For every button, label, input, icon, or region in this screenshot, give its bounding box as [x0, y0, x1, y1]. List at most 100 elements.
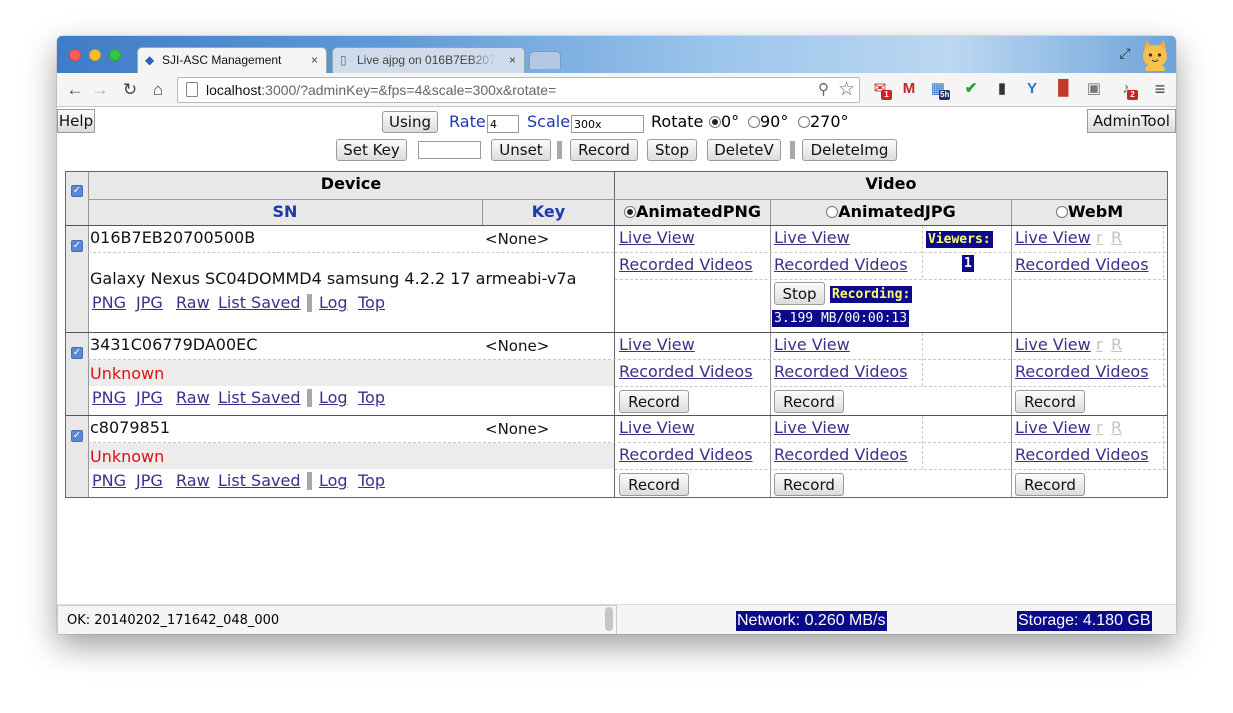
status-scrollbar[interactable] — [605, 607, 613, 631]
device-3-r-link[interactable]: r — [1096, 418, 1103, 438]
device-1-webm-live-view[interactable]: Live View — [1015, 228, 1091, 248]
device-1-checkbox[interactable]: ✓ — [71, 233, 83, 252]
minimize-window-button[interactable] — [89, 49, 101, 61]
device-3-webm-live-view[interactable]: Live View — [1015, 418, 1091, 438]
gmail-notifier-icon[interactable]: ✉ 1 — [871, 80, 892, 100]
device-1-png-link[interactable]: PNG — [92, 293, 126, 313]
address-bar[interactable]: localhost:3000/?adminKey=&fps=4&scale=30… — [177, 77, 860, 103]
device-3-jpg-recorded-videos[interactable]: Recorded Videos — [774, 445, 908, 465]
device-2-webm-live-view[interactable]: Live View — [1015, 335, 1091, 355]
set-key-button[interactable]: Set Key — [336, 139, 407, 161]
device-3-list-saved-link[interactable]: List Saved — [218, 471, 300, 491]
device-2-list-saved-link[interactable]: List Saved — [218, 388, 300, 408]
device-3-webm-record-button[interactable]: Record — [1015, 473, 1085, 496]
device-1-list-saved-link[interactable]: List Saved — [218, 293, 300, 313]
device-2-png-link[interactable]: PNG — [92, 388, 126, 408]
gmail-icon[interactable]: M — [900, 80, 918, 98]
radio-checked-icon[interactable] — [709, 116, 721, 128]
phone-send-icon[interactable]: ▮ — [993, 80, 1011, 98]
url-text[interactable]: localhost:3000/?adminKey=&fps=4&scale=30… — [206, 82, 556, 98]
device-2-jpg-record-button[interactable]: Record — [774, 390, 844, 413]
forward-arrow-icon[interactable]: → — [89, 79, 111, 101]
zoom-window-button[interactable] — [109, 49, 121, 61]
checkbox-checked-icon[interactable]: ✓ — [71, 185, 83, 197]
admintool-button[interactable]: AdminTool — [1087, 109, 1176, 133]
device-3-png-recorded-videos[interactable]: Recorded Videos — [619, 445, 753, 465]
device-2-R-link[interactable]: R — [1111, 335, 1122, 355]
unset-button[interactable]: Unset — [491, 139, 551, 161]
y-extension-icon[interactable]: Y — [1023, 80, 1041, 98]
device-1-jpg-live-view[interactable]: Live View — [774, 228, 850, 248]
device-3-jpg-link[interactable]: JPG — [136, 471, 163, 491]
device-3-png-live-view[interactable]: Live View — [619, 418, 695, 438]
key-input[interactable] — [418, 141, 481, 159]
device-2-png-recorded-videos[interactable]: Recorded Videos — [619, 362, 753, 382]
reload-icon[interactable]: ↻ — [119, 79, 141, 101]
stop-all-button[interactable]: Stop — [647, 139, 697, 161]
device-1-R-link[interactable]: R — [1111, 228, 1122, 248]
device-3-raw-link[interactable]: Raw — [176, 471, 210, 491]
zoom-magnifier-icon[interactable]: ⚲ — [818, 80, 829, 98]
help-button[interactable]: Help — [57, 109, 95, 133]
rotate-90-option[interactable]: 90° — [748, 112, 788, 132]
device-2-png-live-view[interactable]: Live View — [619, 335, 695, 355]
device-1-webm-recorded-videos[interactable]: Recorded Videos — [1015, 255, 1149, 275]
back-arrow-icon[interactable]: ← — [64, 79, 86, 101]
device-2-webm-recorded-videos[interactable]: Recorded Videos — [1015, 362, 1149, 382]
checkbox-checked-icon[interactable]: ✓ — [71, 430, 83, 442]
checkmark-icon[interactable]: ✔ — [962, 80, 980, 98]
device-1-stop-button[interactable]: Stop — [774, 282, 825, 305]
scale-input[interactable] — [571, 115, 644, 133]
fullscreen-icon[interactable]: ⤢ — [1116, 44, 1134, 62]
animatedpng-option[interactable]: AnimatedPNG — [615, 202, 770, 222]
device-3-jpg-live-view[interactable]: Live View — [774, 418, 850, 438]
radio-unchecked-icon[interactable] — [798, 116, 810, 128]
close-window-button[interactable] — [69, 49, 81, 61]
bell-icon[interactable]: ♪ 2 — [1117, 80, 1138, 100]
device-1-png-recorded-videos[interactable]: Recorded Videos — [619, 255, 753, 275]
device-3-webm-recorded-videos[interactable]: Recorded Videos — [1015, 445, 1149, 465]
rotate-0-option[interactable]: 0° — [709, 112, 739, 132]
device-3-png-record-button[interactable]: Record — [619, 473, 689, 496]
webm-option[interactable]: WebM — [1012, 202, 1167, 222]
rotate-270-option[interactable]: 270° — [798, 112, 849, 132]
device-1-r-link[interactable]: r — [1096, 228, 1103, 248]
tab-close-icon[interactable]: × — [311, 48, 318, 72]
device-3-log-link[interactable]: Log — [319, 471, 348, 491]
using-button[interactable]: Using — [382, 111, 438, 133]
tab-close-icon[interactable]: × — [509, 48, 516, 72]
device-3-png-link[interactable]: PNG — [92, 471, 126, 491]
device-2-checkbox[interactable]: ✓ — [71, 340, 83, 359]
device-1-jpg-link[interactable]: JPG — [136, 293, 163, 313]
device-1-top-link[interactable]: Top — [358, 293, 385, 313]
profile-avatar-cat-icon[interactable] — [1140, 38, 1170, 74]
checkbox-checked-icon[interactable]: ✓ — [71, 347, 83, 359]
tab-sji-asc-management[interactable]: ◆ SJI-ASC Management × — [137, 47, 327, 73]
new-tab-button[interactable] — [529, 51, 561, 69]
device-3-checkbox[interactable]: ✓ — [71, 423, 83, 442]
device-1-raw-link[interactable]: Raw — [176, 293, 210, 313]
book-icon[interactable]: ▉ — [1055, 80, 1073, 98]
tab-live-ajpg[interactable]: ▯ Live ajpg on 016B7EB2070 × — [332, 47, 525, 73]
clip-icon[interactable]: ▣ — [1085, 80, 1103, 98]
delete-images-button[interactable]: DeleteImg — [802, 139, 897, 161]
radio-unchecked-icon[interactable] — [826, 206, 839, 218]
device-2-r-link[interactable]: r — [1096, 335, 1103, 355]
select-all-checkbox[interactable]: ✓ — [71, 178, 83, 197]
device-2-png-record-button[interactable]: Record — [619, 390, 689, 413]
radio-checked-icon[interactable] — [624, 206, 637, 218]
home-icon[interactable]: ⌂ — [147, 79, 169, 101]
animatedjpg-option[interactable]: AnimatedJPG — [771, 202, 1011, 222]
device-3-top-link[interactable]: Top — [358, 471, 385, 491]
device-3-jpg-record-button[interactable]: Record — [774, 473, 844, 496]
device-1-log-link[interactable]: Log — [319, 293, 348, 313]
device-2-webm-record-button[interactable]: Record — [1015, 390, 1085, 413]
device-2-raw-link[interactable]: Raw — [176, 388, 210, 408]
calendar-icon[interactable]: ▦ 5h — [929, 80, 951, 100]
record-all-button[interactable]: Record — [570, 139, 638, 161]
delete-videos-button[interactable]: DeleteV — [707, 139, 781, 161]
device-1-jpg-recorded-videos[interactable]: Recorded Videos — [774, 255, 908, 275]
radio-unchecked-icon[interactable] — [1055, 206, 1068, 218]
radio-unchecked-icon[interactable] — [748, 116, 760, 128]
device-3-R-link[interactable]: R — [1111, 418, 1122, 438]
